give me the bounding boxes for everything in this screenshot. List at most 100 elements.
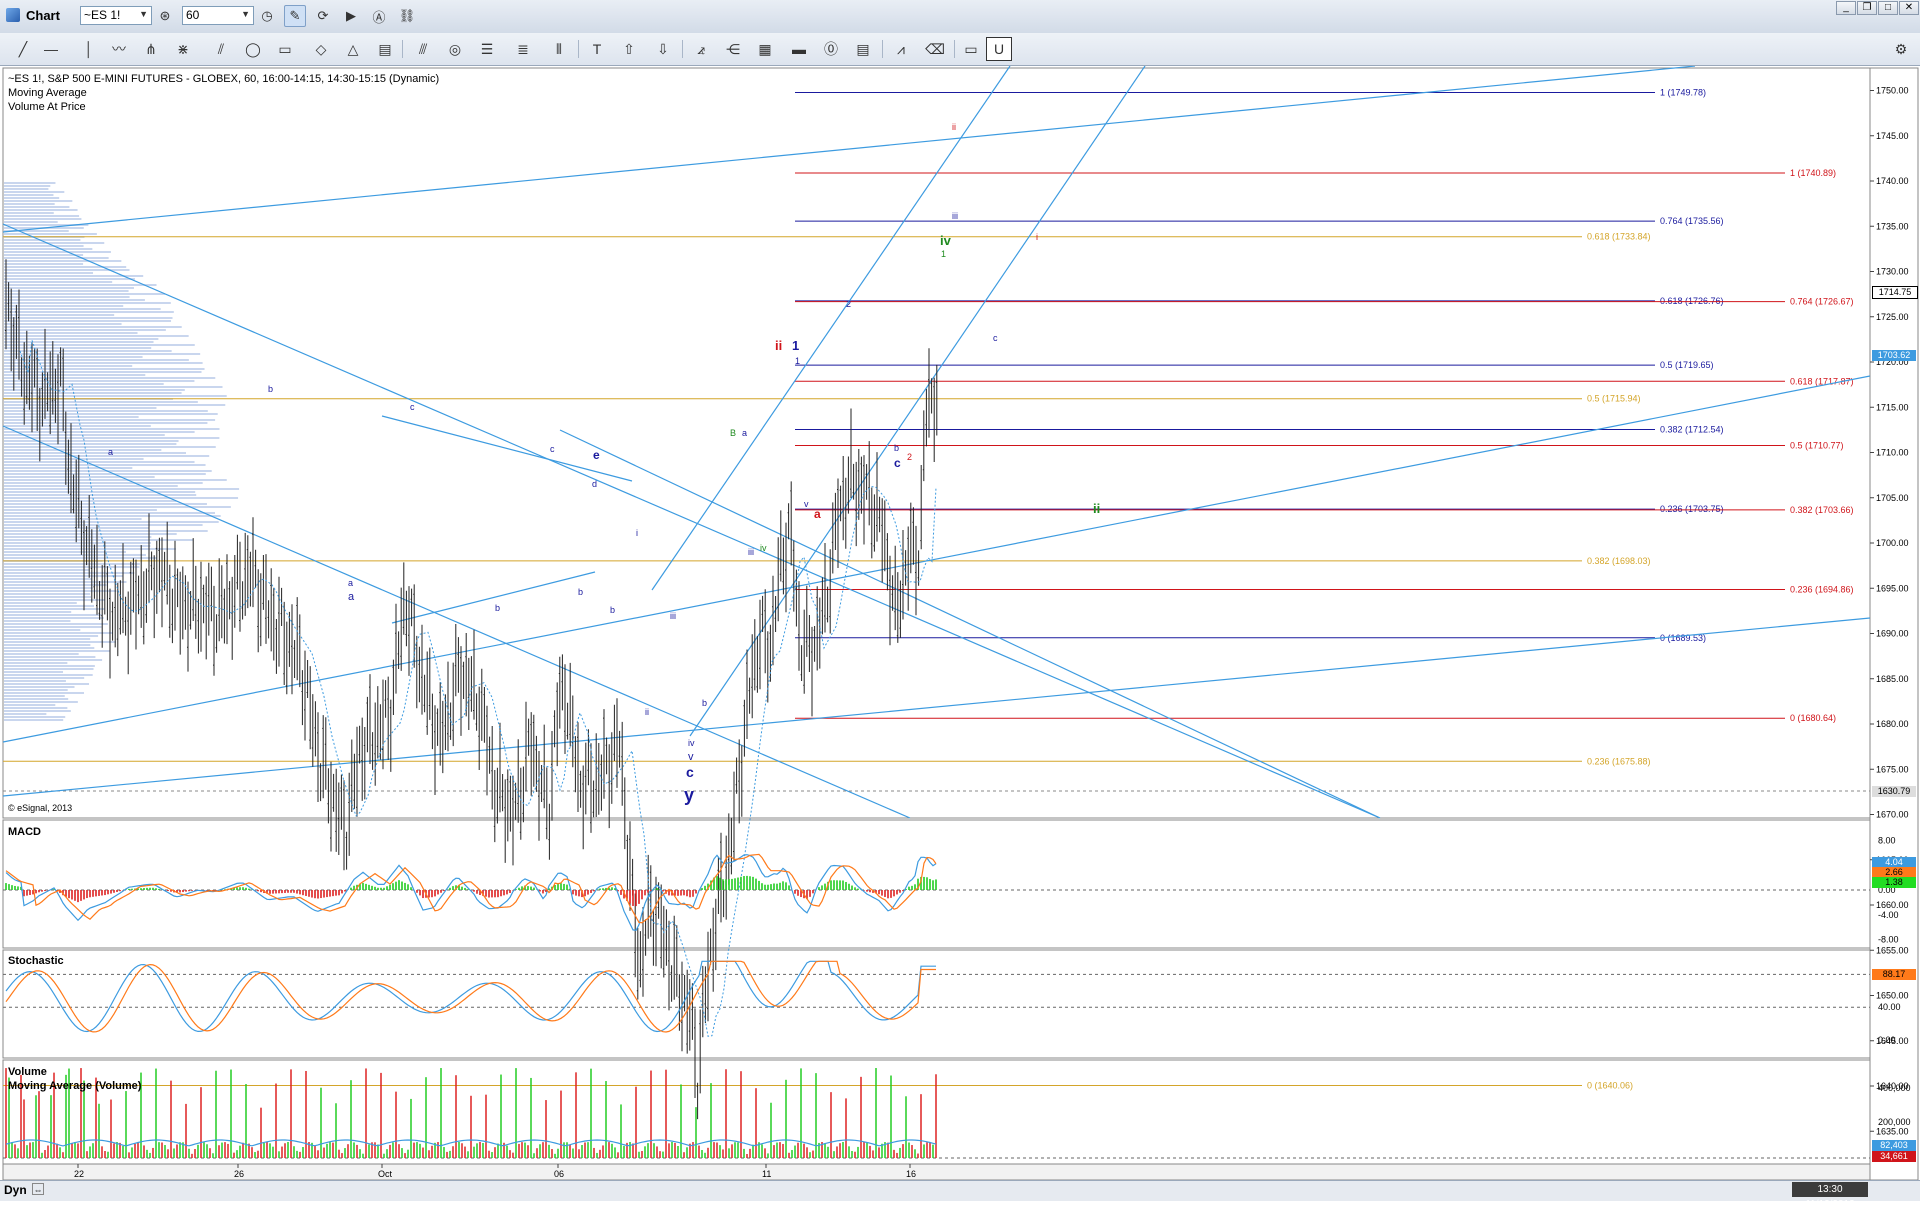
clock-icon[interactable]: ◷ [256,5,278,27]
vap-bar [4,563,140,565]
toolbar-divider [578,40,579,58]
vap-bar [4,188,49,190]
vap-bar [4,530,208,532]
gann-tool-icon[interactable]: ⋇ [170,37,196,61]
rectangle-tool-icon[interactable]: ▭ [272,37,298,61]
wave-label: iii [748,547,754,557]
study-volume-at-price: Volume At Price [8,101,86,113]
text-tool-icon[interactable]: T [584,37,610,61]
draw-pencil-icon[interactable]: ✎ [284,5,306,27]
vertical-line-tool-icon[interactable]: │ [76,37,102,61]
vap-bar [4,185,51,187]
maximize-icon[interactable]: □ [1878,1,1898,15]
symbol-value: ~ES 1! [84,8,121,22]
price-axis-label: 1705.00 [1876,493,1909,503]
vap-bar [4,692,84,694]
cycle-tool-icon[interactable]: ◎ [442,37,468,61]
price-axis-label: 1710.00 [1876,448,1909,458]
link-chain-icon[interactable]: ⛓ [396,5,418,27]
comment-tool-icon[interactable]: ▭ [958,37,984,61]
status-bar [0,1180,1920,1201]
vap-bar [4,536,152,538]
vap-bar [4,368,205,370]
trendline-tool-icon[interactable]: ╱ [10,37,36,61]
chevron-down-icon[interactable]: ▼ [139,9,148,19]
price-axis [1869,67,1919,1181]
vap-bar [4,488,240,490]
grid-tool-icon[interactable]: ▦ [752,37,778,61]
wave-label: iv [760,543,767,553]
volume-label: Volume [8,1066,47,1078]
alert-icon[interactable]: Ⓐ [368,5,390,27]
fib-gold-label: 0.382 (1698.03) [1587,556,1651,566]
zigzag-tool-icon[interactable]: ⩘ [888,37,914,61]
vap-bar [4,374,146,376]
parallel-lines-tool-icon[interactable]: ⫻ [410,37,436,61]
settings-icon[interactable]: ⚙ [1888,37,1914,61]
vap-bar [4,593,91,595]
channel-tool-icon[interactable]: ▤ [372,37,398,61]
vap-bar [4,383,164,385]
vap-bar [4,476,155,478]
interval-combo[interactable]: 60 ▼ [182,6,254,25]
eraser-icon[interactable]: ⌫ [922,37,948,61]
magnet-tool-icon[interactable]: U [986,37,1012,61]
regression-tool-icon[interactable]: ⦨ [688,37,714,61]
play-icon[interactable]: ▶ [340,5,362,27]
wave-label: a [108,447,113,457]
fib-retracement-tool-icon[interactable]: ☰ [474,37,500,61]
vap-bar [4,290,129,292]
andrews-tool-icon[interactable]: ⋲ [720,37,746,61]
wave-label: ii [775,338,782,353]
pitchfork-tool-icon[interactable]: ⋔ [138,37,164,61]
vap-bar [4,413,218,415]
price-axis-label: 1635.00 [1876,1126,1909,1136]
vap-bar [4,713,47,715]
horizontal-line-tool-icon[interactable]: — [38,37,64,61]
vap-bar [4,614,102,616]
vap-bar [4,515,221,517]
vap-bar [4,509,157,511]
mob-tool-icon[interactable]: ▬ [786,37,812,61]
vap-bar [4,533,177,535]
chart-canvas[interactable]: 1750.00 1745.00 1740.00 1735.00 1730.00 1725.… [0,66,1920,1200]
pti-tool-icon[interactable]: ▤ [850,37,876,61]
symbol-combo[interactable]: ~ES 1! ▼ [80,6,152,25]
minimize-icon[interactable]: _ [1836,1,1856,15]
symbol-tool-icon[interactable]: ⓪ [818,37,844,61]
vap-bar [4,305,124,307]
refresh-icon[interactable]: ⟳ [312,5,334,27]
restore-icon[interactable]: ❐ [1857,1,1877,15]
vap-bar [4,545,151,547]
vap-bar [4,194,54,196]
up-arrow-tool-icon[interactable]: ⇧ [616,37,642,61]
vap-bar [4,353,201,355]
close-icon[interactable]: ✕ [1899,1,1919,15]
vap-bar [4,449,162,451]
eraser-tool-icon[interactable]: ◇ [308,37,334,61]
price-axis-label: 1700.00 [1876,538,1909,548]
vap-bar [4,569,90,571]
scroll-lock-icon[interactable]: ⇔ [32,1183,44,1195]
link-icon[interactable]: ⊛ [154,5,176,27]
macd-label: MACD [8,826,41,838]
triangle-tool-icon[interactable]: △ [340,37,366,61]
vap-bar [4,215,80,217]
chart-header: ~ES 1!, S&P 500 E-MINI FUTURES - GLOBEX,… [8,73,440,85]
macd-axis-label: -4.00 [1878,910,1899,920]
fan-tool-icon[interactable]: ⫽ [208,37,234,61]
vap-bar [4,311,174,313]
wave-label: ii [1093,501,1100,516]
dynamic-mode-label[interactable]: Dyn [4,1183,27,1197]
vap-bar [4,260,122,262]
ellipse-tool-icon[interactable]: ◯ [240,37,266,61]
vap-bar [4,272,94,274]
vap-bar [4,611,72,613]
fib-time-tool-icon[interactable]: ⦀ [546,37,572,61]
chevron-down-icon[interactable]: ▼ [241,9,250,19]
chart-app-icon [6,8,20,22]
down-arrow-tool-icon[interactable]: ⇩ [650,37,676,61]
elliott-wave-tool-icon[interactable]: 〰 [106,37,132,61]
fib-extension-tool-icon[interactable]: ≣ [510,37,536,61]
vap-bar [4,473,206,475]
